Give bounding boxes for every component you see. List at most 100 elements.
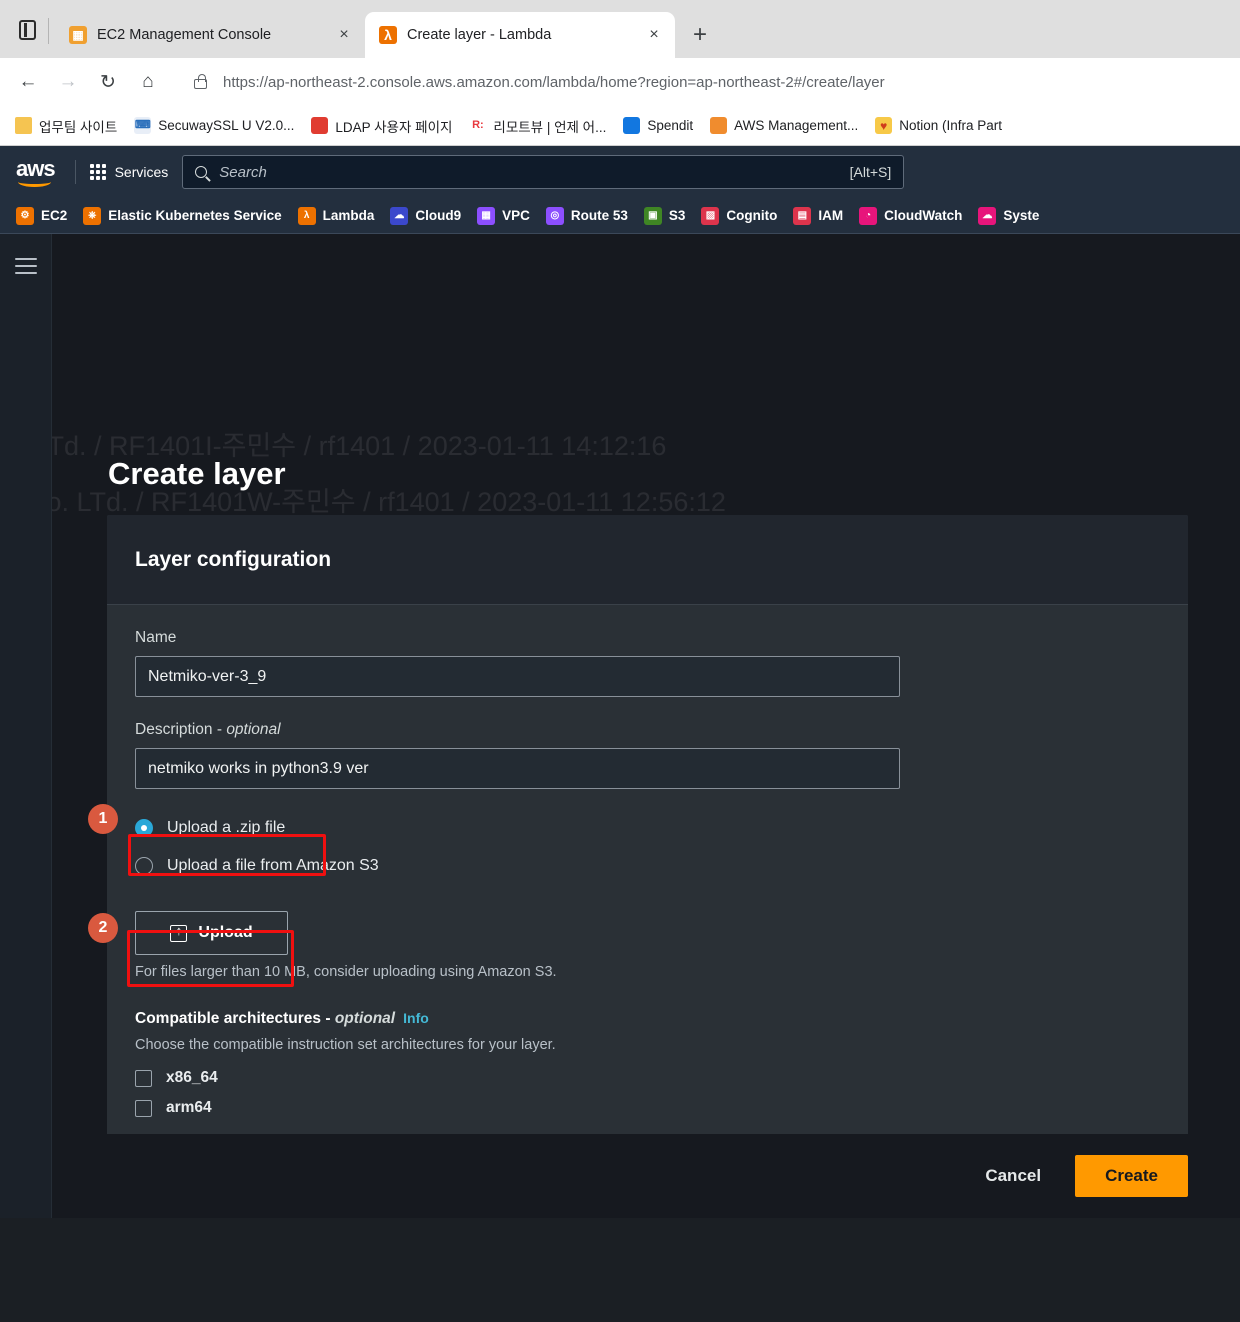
name-label: Name <box>135 629 177 646</box>
service-label: Lambda <box>322 208 375 223</box>
new-tab-button[interactable]: + <box>683 18 717 52</box>
architecture-label: x86_64 <box>166 1069 218 1086</box>
service-link-route53[interactable]: ◎ Route 53 <box>545 206 628 225</box>
service-link-cloud9[interactable]: ☁ Cloud9 <box>390 206 461 225</box>
radio-zip[interactable] <box>135 819 153 837</box>
service-label: IAM <box>818 208 844 223</box>
checkbox-x86-64[interactable] <box>135 1069 152 1087</box>
aws-favorites-bar: ⚙ EC2 ⎈ Elastic Kubernetes Service λ Lambda… <box>0 198 1240 234</box>
side-navigation-rail <box>0 234 52 1218</box>
bookmark-label: AWS Management... <box>734 118 859 133</box>
aws-logo[interactable]: aws <box>16 156 56 188</box>
bookmark-label: 리모트뷰 | 언제 어... <box>493 119 607 135</box>
service-label: VPC <box>502 208 530 223</box>
watermark-line-1: NE Co. LTd. / RF1401I-주민수 / rf1401 / 202… <box>0 431 667 461</box>
architectures-info-link[interactable]: Info <box>403 1010 429 1026</box>
search-icon <box>195 166 208 178</box>
service-label: S3 <box>668 208 686 223</box>
reload-icon[interactable]: ↻ <box>90 64 126 100</box>
create-button[interactable]: Create <box>1075 1155 1188 1197</box>
tab-title: EC2 Management Console <box>97 27 272 43</box>
navigation-bar: ← → ↻ ⌂ https://ap-northeast-2.console.a… <box>0 58 1240 106</box>
bookmark-label: 업무팀 사이트 <box>39 119 118 135</box>
bookmark-item[interactable]: 업무팀 사이트 <box>8 112 124 140</box>
back-icon[interactable]: ← <box>10 64 46 100</box>
tab-search-icon[interactable] <box>8 4 46 56</box>
bookmark-item[interactable]: ♥ Notion (Infra Part <box>868 113 1009 138</box>
browser-tab-ec2[interactable]: ▦ EC2 Management Console × <box>55 12 365 58</box>
source-option-s3[interactable]: Upload a file from Amazon S3 <box>135 851 1160 881</box>
cloud9-icon: ☁ <box>390 206 409 225</box>
bookmark-item[interactable]: LDAP 사용자 페이지 <box>304 112 459 140</box>
ec2-icon: ⚙ <box>16 206 34 225</box>
secuway-icon: ⌨ <box>134 117 152 134</box>
bookmark-item[interactable]: ⌨ SecuwaySSL U V2.0... <box>127 113 301 138</box>
service-link-systems-manager[interactable]: ☁ Syste <box>978 206 1040 225</box>
services-label: Services <box>114 164 169 180</box>
description-input[interactable]: netmiko works in python3.9 ver <box>135 748 900 789</box>
close-tab-icon[interactable]: × <box>331 22 357 48</box>
ldap-shield-icon <box>311 117 329 134</box>
service-label: Route 53 <box>570 208 628 223</box>
card-header: Layer configuration <box>107 515 1188 605</box>
step-badge-2: 2 <box>88 913 118 943</box>
service-label: EC2 <box>41 208 68 223</box>
source-option-label: Upload a .zip file <box>167 819 286 836</box>
upload-button[interactable]: Upload <box>135 911 288 955</box>
service-link-ec2[interactable]: ⚙ EC2 <box>16 206 68 225</box>
label-separator: - <box>212 721 227 738</box>
label-separator: - <box>321 1010 335 1027</box>
page-title: Create layer <box>108 456 286 491</box>
form-action-bar: Cancel Create <box>52 1134 1240 1218</box>
architecture-option-x86[interactable]: x86_64 <box>135 1063 1160 1093</box>
service-label: Elastic Kubernetes Service <box>108 208 282 223</box>
upload-icon <box>170 922 188 942</box>
architecture-option-arm64[interactable]: arm64 <box>135 1093 1160 1123</box>
hamburger-menu-icon[interactable] <box>15 258 37 274</box>
description-label-main: Description <box>135 721 213 738</box>
cancel-button[interactable]: Cancel <box>973 1156 1053 1196</box>
upload-button-label: Upload <box>198 924 253 941</box>
card-body: Name Netmiko-ver-3_9 Description - optio… <box>107 605 1188 1218</box>
architectures-description: Choose the compatible instruction set ar… <box>135 1037 556 1053</box>
bookmark-item[interactable]: R: 리모트뷰 | 언제 어... <box>462 112 613 140</box>
service-link-vpc[interactable]: ▦ VPC <box>477 206 530 225</box>
close-tab-icon[interactable]: × <box>641 22 667 48</box>
address-bar[interactable]: https://ap-northeast-2.console.aws.amazo… <box>180 65 1230 99</box>
service-label: Syste <box>1003 208 1040 223</box>
lock-icon <box>194 73 207 89</box>
step-badge-1: 1 <box>88 804 118 834</box>
description-label-optional: optional <box>226 721 281 738</box>
service-link-iam[interactable]: ▤ IAM <box>793 206 844 225</box>
service-link-lambda[interactable]: λ Lambda <box>297 206 375 225</box>
bookmark-item[interactable]: Spendit <box>616 113 700 138</box>
source-option-label: Upload a file from Amazon S3 <box>167 857 379 874</box>
bookmark-label: SecuwaySSL U V2.0... <box>158 118 295 133</box>
service-link-cloudwatch[interactable]: ◔ CloudWatch <box>859 206 962 225</box>
source-option-zip[interactable]: Upload a .zip file <box>135 813 1160 843</box>
systems-manager-icon: ☁ <box>978 206 997 225</box>
checkbox-arm64[interactable] <box>135 1099 152 1117</box>
upload-hint: For files larger than 10 MB, consider up… <box>135 964 557 980</box>
s3-icon: ▣ <box>643 206 662 225</box>
forward-icon[interactable]: → <box>50 64 86 100</box>
bookmark-item[interactable]: AWS Management... <box>703 113 865 138</box>
cloudwatch-icon: ◔ <box>859 206 878 225</box>
architecture-label: arm64 <box>166 1099 212 1116</box>
header-divider <box>74 160 76 184</box>
service-link-cognito[interactable]: ▨ Cognito <box>701 206 777 225</box>
service-link-eks[interactable]: ⎈ Elastic Kubernetes Service <box>83 206 282 225</box>
route53-icon: ◎ <box>545 206 564 225</box>
aws-cube-icon <box>710 117 728 134</box>
architectures-label-optional: optional <box>334 1010 396 1027</box>
tab-title: Create layer - Lambda <box>407 27 552 43</box>
name-input[interactable]: Netmiko-ver-3_9 <box>135 656 900 697</box>
cognito-icon: ▨ <box>701 206 720 225</box>
home-icon[interactable]: ⌂ <box>130 64 166 100</box>
services-menu-button[interactable]: Services <box>89 164 169 180</box>
service-link-s3[interactable]: ▣ S3 <box>643 206 686 225</box>
aws-console: aws Services Search [Alt+S] ⚙ EC2 ⎈ Elasti… <box>0 146 1240 1218</box>
aws-search-input[interactable]: Search [Alt+S] <box>182 155 905 189</box>
browser-tab-create-layer[interactable]: λ Create layer - Lambda × <box>365 12 675 58</box>
radio-s3[interactable] <box>135 857 153 875</box>
